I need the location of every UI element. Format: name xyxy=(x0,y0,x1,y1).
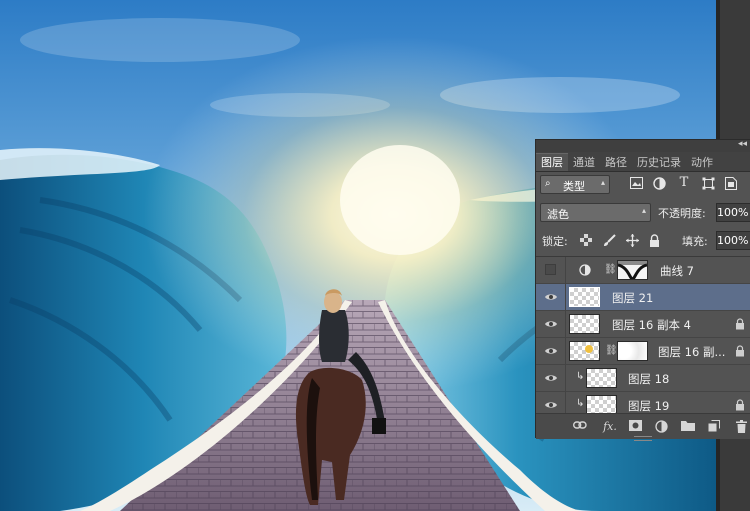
layer-thumbnail[interactable] xyxy=(569,314,600,334)
panel-tabs: 图层 通道 路径 历史记录 动作 xyxy=(536,152,750,172)
filter-kind-select[interactable]: ⌕ 类型 ▴ xyxy=(540,175,610,194)
filter-kind-value: 类型 xyxy=(563,180,585,193)
opacity-input[interactable]: 100% xyxy=(716,203,750,222)
layers-panel: ◂◂ 图层 通道 路径 历史记录 动作 ⌕ 类型 ▴ T 滤色 ▴ 不透明度: … xyxy=(535,139,750,441)
link-layers-icon[interactable] xyxy=(572,420,587,434)
clipping-mask-icon: ↳ xyxy=(576,398,585,409)
layer-row-curves-7[interactable]: ⛓ 曲线 7 xyxy=(536,257,750,284)
curves-mask-thumbnail[interactable] xyxy=(617,260,648,280)
eye-icon[interactable] xyxy=(544,398,558,412)
eye-icon[interactable] xyxy=(544,371,558,385)
fill-label: 填充: xyxy=(682,235,708,248)
blend-mode-value: 滤色 xyxy=(547,208,569,221)
layer-name: 图层 18 xyxy=(628,372,670,386)
layer-thumbnail[interactable] xyxy=(569,341,600,361)
panel-resize-grip[interactable] xyxy=(634,436,652,441)
tab-channels[interactable]: 通道 xyxy=(568,154,600,171)
lock-icon xyxy=(736,399,744,411)
layer-row-layer-18[interactable]: ↳ 图层 18 xyxy=(536,365,750,392)
lock-icon xyxy=(736,318,744,330)
eye-icon[interactable] xyxy=(544,317,558,331)
tab-actions[interactable]: 动作 xyxy=(686,154,718,171)
lock-brush-icon[interactable] xyxy=(602,234,616,248)
eye-icon[interactable] xyxy=(544,344,558,358)
chain-link-icon[interactable]: ⛓ xyxy=(604,264,617,275)
visibility-toggle-off[interactable] xyxy=(545,264,556,275)
layer-thumbnail[interactable] xyxy=(586,395,617,414)
layers-list: ⛓ 曲线 7 图层 21 图层 16 副本 4 ⛓ 图层 16 副... ↳ 图… xyxy=(536,256,750,414)
adjustment-layer-icon xyxy=(579,264,591,279)
new-group-icon[interactable] xyxy=(681,420,695,434)
fill-input[interactable]: 100% xyxy=(716,231,750,250)
new-layer-icon[interactable] xyxy=(707,420,721,434)
layer-mask-thumbnail[interactable] xyxy=(617,341,648,361)
smart-object-filter-icon[interactable] xyxy=(724,177,738,191)
opacity-label: 不透明度: xyxy=(658,207,706,220)
lock-position-icon[interactable] xyxy=(625,234,639,248)
layer-thumbnail[interactable] xyxy=(586,368,617,388)
search-icon: ⌕ xyxy=(545,178,551,189)
lock-all-icon[interactable] xyxy=(647,234,661,248)
layer-name: 图层 19 xyxy=(628,399,670,413)
chevron-updown-icon: ▴ xyxy=(641,206,646,215)
clipping-mask-icon: ↳ xyxy=(576,371,585,382)
blend-row: 滤色 ▴ 不透明度: 100% xyxy=(536,201,750,223)
lock-transparent-icon[interactable] xyxy=(579,234,593,248)
new-adjustment-icon[interactable] xyxy=(654,420,668,434)
panel-collapse-icon[interactable]: ◂◂ xyxy=(738,139,747,149)
add-mask-icon[interactable] xyxy=(628,420,642,434)
lock-row: 锁定: 填充: 100% xyxy=(536,230,750,252)
layer-row-layer-16-copy-4[interactable]: 图层 16 副本 4 xyxy=(536,311,750,338)
image-filter-icon[interactable] xyxy=(629,177,643,191)
trash-icon[interactable] xyxy=(734,420,748,434)
layer-row-layer-21[interactable]: 图层 21 xyxy=(536,284,750,311)
layer-name: 曲线 7 xyxy=(660,264,694,278)
chain-link-icon[interactable]: ⛓ xyxy=(605,345,618,356)
shape-filter-icon[interactable] xyxy=(701,177,715,191)
chevron-updown-icon: ▴ xyxy=(600,178,605,187)
adjustment-filter-icon[interactable] xyxy=(652,177,666,191)
type-filter-icon[interactable]: T xyxy=(677,176,691,190)
layer-filter-row: ⌕ 类型 ▴ T xyxy=(536,173,750,195)
eye-icon[interactable] xyxy=(544,290,558,304)
tab-layers[interactable]: 图层 xyxy=(536,153,568,171)
layer-name: 图层 21 xyxy=(612,291,654,305)
layer-name: 图层 16 副本 4 xyxy=(612,318,691,332)
blend-mode-select[interactable]: 滤色 ▴ xyxy=(540,203,651,222)
layer-thumbnail[interactable] xyxy=(569,287,600,307)
tab-paths[interactable]: 路径 xyxy=(600,154,632,171)
layer-name: 图层 16 副... xyxy=(658,345,726,359)
lock-label: 锁定: xyxy=(542,235,568,248)
layer-row-layer-19[interactable]: ↳ 图层 19 xyxy=(536,392,750,414)
panel-title-bar[interactable]: ◂◂ xyxy=(536,139,750,152)
fx-icon[interactable]: fx. xyxy=(599,420,621,434)
tab-history[interactable]: 历史记录 xyxy=(632,154,686,171)
lock-icon xyxy=(736,345,744,357)
layer-row-layer-16-copy[interactable]: ⛓ 图层 16 副... xyxy=(536,338,750,365)
